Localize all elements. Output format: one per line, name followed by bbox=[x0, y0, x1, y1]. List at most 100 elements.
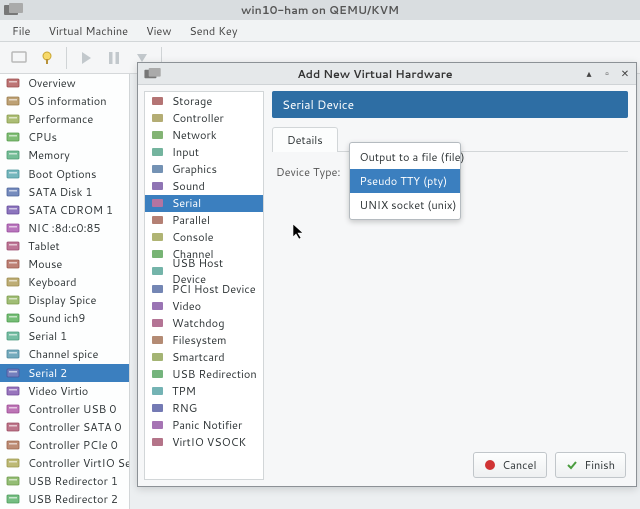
sidebar-item[interactable]: OS information bbox=[0, 92, 129, 110]
category-item[interactable]: Filesystem bbox=[145, 331, 263, 348]
menu-view[interactable]: View bbox=[138, 20, 179, 42]
finish-icon bbox=[566, 459, 578, 471]
category-label: PCI Host Device bbox=[172, 281, 256, 297]
sidebar-item[interactable]: Channel spice bbox=[0, 345, 129, 363]
dialog-titlebar[interactable]: Add New Virtual Hardware ▴ ▫ ✕ bbox=[138, 63, 636, 85]
category-item[interactable]: Serial bbox=[145, 195, 263, 212]
category-label: Console bbox=[172, 229, 214, 245]
dialog-content: Serial Device Details Device Type: Outpu… bbox=[264, 85, 636, 486]
category-item[interactable]: USB Redirection bbox=[145, 366, 263, 383]
category-item[interactable]: Network bbox=[145, 126, 263, 143]
category-item[interactable]: VirtIO VSOCK bbox=[145, 434, 263, 451]
menu-virtual-machine[interactable]: Virtual Machine bbox=[40, 20, 136, 42]
category-label: Graphics bbox=[172, 161, 217, 177]
menubar: File Virtual Machine View Send Key bbox=[0, 20, 640, 42]
sidebar-item-label: Display Spice bbox=[28, 292, 96, 308]
device-type-option[interactable]: Output to a file (file) bbox=[350, 145, 460, 169]
add-hardware-dialog: Add New Virtual Hardware ▴ ▫ ✕ StorageCo… bbox=[137, 62, 637, 487]
hardware-sidebar[interactable]: OverviewOS informationPerformanceCPUsMem… bbox=[0, 74, 130, 509]
sidebar-item[interactable]: Controller PCIe 0 bbox=[0, 436, 129, 454]
menu-send-key[interactable]: Send Key bbox=[181, 20, 245, 42]
category-item[interactable]: Controller bbox=[145, 109, 263, 126]
category-label: Video bbox=[172, 298, 201, 314]
cancel-icon bbox=[484, 459, 496, 471]
sidebar-item[interactable]: Mouse bbox=[0, 255, 129, 273]
category-item[interactable]: Video bbox=[145, 297, 263, 314]
sidebar-item[interactable]: NIC :8d:c0:85 bbox=[0, 219, 129, 237]
sidebar-item[interactable]: Keyboard bbox=[0, 273, 129, 291]
sidebar-item[interactable]: Overview bbox=[0, 74, 129, 92]
sidebar-item[interactable]: Boot Options bbox=[0, 164, 129, 182]
category-label: Parallel bbox=[172, 212, 210, 228]
sidebar-item-label: Video Virtio bbox=[28, 383, 88, 399]
content-banner: Serial Device bbox=[272, 91, 628, 118]
sidebar-item[interactable]: Controller SATA 0 bbox=[0, 418, 129, 436]
category-item[interactable]: RNG bbox=[145, 400, 263, 417]
category-label: USB Redirection bbox=[172, 366, 257, 382]
sidebar-item-label: Performance bbox=[28, 111, 93, 127]
category-item[interactable]: Graphics bbox=[145, 160, 263, 177]
category-item[interactable]: Smartcard bbox=[145, 348, 263, 365]
category-item[interactable]: Storage bbox=[145, 92, 263, 109]
sidebar-item-label: Overview bbox=[28, 75, 76, 91]
device-type-label: Device Type: bbox=[276, 162, 341, 180]
sidebar-item[interactable]: CPUs bbox=[0, 128, 129, 146]
run-button[interactable] bbox=[75, 47, 97, 69]
device-type-menu[interactable]: Output to a file (file)Pseudo TTY (pty)U… bbox=[349, 142, 461, 220]
sidebar-item[interactable]: Controller VirtIO Serial bbox=[0, 454, 129, 472]
sidebar-item-label: SATA CDROM 1 bbox=[28, 202, 113, 218]
sidebar-item[interactable]: Performance bbox=[0, 110, 129, 128]
dialog-app-icon bbox=[144, 68, 162, 80]
sidebar-item[interactable]: USB Redirector 2 bbox=[0, 490, 129, 508]
category-item[interactable]: USB Host Device bbox=[145, 263, 263, 280]
category-label: Sound bbox=[172, 178, 205, 194]
category-item[interactable]: Watchdog bbox=[145, 314, 263, 331]
device-type-option[interactable]: Pseudo TTY (pty) bbox=[350, 169, 460, 193]
category-item[interactable]: Parallel bbox=[145, 212, 263, 229]
category-item[interactable]: TPM bbox=[145, 383, 263, 400]
sidebar-item[interactable]: SATA CDROM 1 bbox=[0, 201, 129, 219]
category-item[interactable]: Panic Notifier bbox=[145, 417, 263, 434]
sidebar-item[interactable]: Serial 2 bbox=[0, 364, 129, 382]
category-label: Filesystem bbox=[172, 332, 226, 348]
sidebar-item[interactable]: SATA Disk 1 bbox=[0, 183, 129, 201]
sidebar-item-label: Memory bbox=[28, 147, 70, 163]
sidebar-item[interactable]: Serial 1 bbox=[0, 327, 129, 345]
sidebar-item[interactable]: Tablet bbox=[0, 237, 129, 255]
menu-file[interactable]: File bbox=[4, 20, 38, 42]
close-button[interactable]: ✕ bbox=[618, 67, 632, 81]
sidebar-item-label: Controller VirtIO Serial bbox=[28, 455, 129, 471]
category-item[interactable]: Sound bbox=[145, 177, 263, 194]
category-item[interactable]: Console bbox=[145, 229, 263, 246]
sidebar-item-label: Boot Options bbox=[28, 166, 96, 182]
tab-details[interactable]: Details bbox=[272, 127, 338, 152]
hardware-category-list[interactable]: StorageControllerNetworkInputGraphicsSou… bbox=[144, 91, 264, 480]
sidebar-item[interactable]: Memory bbox=[0, 146, 129, 164]
category-item[interactable]: PCI Host Device bbox=[145, 280, 263, 297]
category-label: TPM bbox=[172, 383, 196, 399]
sidebar-item-label: Channel spice bbox=[28, 346, 98, 362]
sidebar-item[interactable]: Sound ich9 bbox=[0, 309, 129, 327]
device-type-row: Device Type: Output to a file (file)Pseu… bbox=[272, 152, 628, 190]
dialog-title: Add New Virtual Hardware bbox=[168, 66, 582, 82]
sidebar-item-label: Controller PCIe 0 bbox=[28, 437, 118, 453]
pause-button[interactable] bbox=[103, 47, 125, 69]
device-type-option[interactable]: UNIX socket (unix) bbox=[350, 193, 460, 217]
category-label: Panic Notifier bbox=[172, 417, 242, 433]
minimize-button[interactable]: ▴ bbox=[582, 67, 596, 81]
category-item[interactable]: Input bbox=[145, 143, 263, 160]
sidebar-item[interactable]: Video Virtio bbox=[0, 382, 129, 400]
sidebar-item-label: USB Redirector 2 bbox=[28, 491, 118, 507]
dialog-footer: Cancel Finish bbox=[473, 452, 626, 478]
category-label: Smartcard bbox=[172, 349, 225, 365]
finish-button[interactable]: Finish bbox=[555, 452, 626, 478]
maximize-button[interactable]: ▫ bbox=[600, 67, 614, 81]
sidebar-item-label: Mouse bbox=[28, 256, 62, 272]
console-view-button[interactable] bbox=[8, 47, 30, 69]
cancel-button[interactable]: Cancel bbox=[473, 452, 547, 478]
details-view-button[interactable] bbox=[36, 47, 58, 69]
sidebar-item[interactable]: USB Redirector 1 bbox=[0, 472, 129, 490]
sidebar-item-label: NIC :8d:c0:85 bbox=[28, 220, 101, 236]
sidebar-item[interactable]: Display Spice bbox=[0, 291, 129, 309]
sidebar-item[interactable]: Controller USB 0 bbox=[0, 400, 129, 418]
